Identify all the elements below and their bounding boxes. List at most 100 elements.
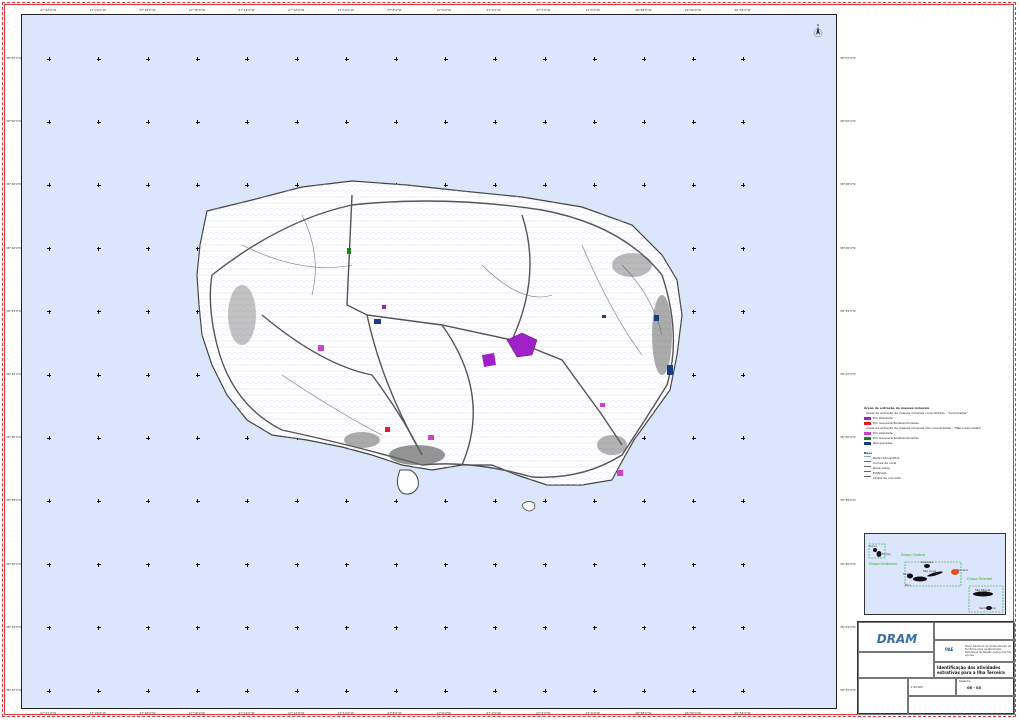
legend-base-swatch — [864, 456, 871, 460]
lon-label-bottom: 27°18'0"W — [139, 711, 156, 715]
lon-label-top: 27°20'0"W — [89, 8, 106, 12]
legend-base-label: Rede hidrográfica — [873, 456, 900, 460]
legend-title: Áreas de extração de massas minerais — [864, 406, 930, 410]
lon-label-bottom: 27°0'0"W — [585, 711, 600, 715]
lon-label-top: 27°8'0"W — [387, 8, 402, 12]
islet — [521, 501, 536, 512]
lon-label-top: 27°12'0"W — [288, 8, 305, 12]
legend-item: Áreas de extração de massas minerais não… — [864, 426, 1014, 430]
partner-logos-cell — [934, 622, 1015, 640]
lat-label-right: 38°52'0"N — [840, 56, 856, 60]
client-logo-cell: DRAM — [858, 622, 934, 652]
inset-island-label: Pico — [905, 583, 911, 587]
lon-label-top: 27°6'0"W — [436, 8, 452, 12]
north-arrow-icon: N — [813, 23, 823, 44]
legend-item: Áreas de extração de massas minerais con… — [864, 411, 1014, 415]
lon-label-top: 27°2'0"W — [536, 8, 551, 12]
lon-label-bottom: 27°6'0"W — [436, 711, 452, 715]
title-block: DRAM PAE Plano Sectorial de Ordenamento … — [857, 621, 1015, 715]
lat-label-left: 38°44'0"N — [6, 308, 22, 313]
lat-label-right: 38°50'0"N — [840, 119, 856, 124]
legend-swatch — [864, 441, 871, 445]
lat-label-left: 38°50'0"N — [6, 119, 22, 124]
inset-island-label: Santa Maria — [979, 606, 996, 610]
plan-org: PAE — [945, 647, 954, 652]
inset-island-label: São Jorge — [923, 569, 937, 573]
lat-label-right: 38°38'0"N — [840, 498, 856, 503]
lon-label-bottom: 27°20'0"W — [89, 711, 106, 715]
legend-label: Recuperadas — [873, 441, 893, 445]
plan-subtitle: Plano Sectorial de Ordenamento do Territ… — [965, 645, 1012, 657]
lon-label-top: 27°18'0"W — [139, 8, 156, 12]
lon-label-bottom: 27°14'0"W — [238, 711, 255, 715]
legend-label: Áreas de extração de massas minerais con… — [866, 411, 968, 415]
legend-item: Recuperadas — [864, 441, 1014, 445]
lon-label-bottom: 27°2'0"W — [536, 711, 551, 715]
inset-group-label: Grupo Central — [901, 553, 925, 557]
lon-label-bottom: 27°22'0"W — [40, 711, 57, 715]
island-map — [196, 180, 683, 512]
lon-label-top: 26°58'0"W — [635, 8, 652, 12]
legend-base-label: Curvas de nível — [873, 461, 897, 465]
legend-base-item: Edificado — [864, 471, 1014, 475]
lon-label-bottom: 26°54'0"W — [734, 711, 751, 715]
lon-label-bottom: 27°8'0"W — [387, 711, 402, 715]
drawing-number: 06 - 03 — [967, 686, 981, 690]
lon-label-top: 27°0'0"W — [585, 8, 600, 12]
legend-base-label: Rede viária — [873, 466, 890, 470]
scale-value: 1:50 000 — [911, 686, 923, 689]
legend-base-swatch — [864, 466, 871, 470]
legend-swatch — [864, 416, 871, 420]
azores-inset-map: Grupo Ocidental Grupo Central Grupo Orient… — [864, 533, 1006, 615]
lat-label-right: 38°34'0"N — [840, 624, 856, 629]
legend-item: Em recuperação/abandonadas — [864, 436, 1014, 440]
lat-label-right: 38°48'0"N — [840, 182, 856, 187]
legend-swatch — [864, 436, 871, 440]
legend-item: Em atividade — [864, 431, 1014, 435]
lat-label-left: 38°34'0"N — [6, 624, 22, 629]
drawing-number-cell: Desenho 06 - 03 — [956, 678, 1015, 696]
inset-island-label: São Miguel — [975, 588, 991, 592]
lon-label-top: 27°4'0"W — [486, 8, 501, 12]
inset-island-label: Flores — [882, 552, 891, 556]
inset-group-label: Grupo Ocidental — [869, 562, 897, 566]
inset-island-label: Graciosa — [921, 560, 934, 564]
lat-label-left: 38°32'0"N — [6, 688, 22, 692]
lon-label-bottom: 27°16'0"W — [188, 711, 206, 715]
lat-label-right: 38°36'0"N — [840, 561, 856, 566]
lon-label-top: 27°22'0"W — [40, 8, 57, 12]
legend-item: Em recuperação/abandonadas — [864, 421, 1014, 425]
lat-label-right: 38°44'0"N — [840, 308, 856, 313]
legend: Áreas de extração de massas minerais Áre… — [864, 406, 1014, 481]
inset-island-label: Faial — [903, 572, 910, 576]
consultant-logos-cell — [858, 652, 934, 678]
lat-label-right: 38°46'0"N — [840, 245, 856, 250]
svg-text:DRAM: DRAM — [877, 632, 917, 646]
lat-label-left: 38°36'0"N — [6, 561, 22, 566]
legend-item: Em atividade — [864, 416, 1014, 420]
legend-swatch — [864, 421, 871, 425]
lon-label-bottom: 27°10'0"W — [337, 711, 354, 715]
lon-label-bottom: 26°56'0"W — [684, 711, 702, 715]
legend-items: Áreas de extração de massas minerais con… — [864, 411, 1014, 445]
sheet-label: Desenho — [959, 680, 971, 683]
lon-label-top: 26°56'0"W — [684, 8, 702, 12]
lon-label-bottom: 27°12'0"W — [288, 711, 305, 715]
legend-base-item: Curvas de nível — [864, 461, 1014, 465]
lat-label-left: 38°38'0"N — [6, 498, 22, 503]
inset-island-label: Corvo — [869, 544, 878, 548]
lat-label-right: 38°40'0"N — [840, 435, 856, 440]
lon-label-bottom: 27°4'0"W — [486, 711, 501, 715]
legend-swatch — [864, 431, 871, 435]
legend-base-item: Rede hidrográfica — [864, 456, 1014, 460]
legend-base-swatch — [864, 476, 871, 480]
legend-label: Áreas de extração de massas minerais não… — [866, 426, 982, 430]
legend-base-title: Base — [864, 451, 873, 455]
legend-label: Em atividade — [873, 416, 893, 420]
map-frame[interactable] — [21, 14, 837, 709]
info-cell — [858, 678, 908, 715]
legend-base-label: Edificado — [873, 471, 887, 475]
lon-label-top: 26°54'0"W — [734, 8, 751, 12]
lat-label-left: 38°40'0"N — [6, 435, 22, 440]
drawing-title-cell: Identificação das atividades extrativas … — [934, 662, 1015, 678]
